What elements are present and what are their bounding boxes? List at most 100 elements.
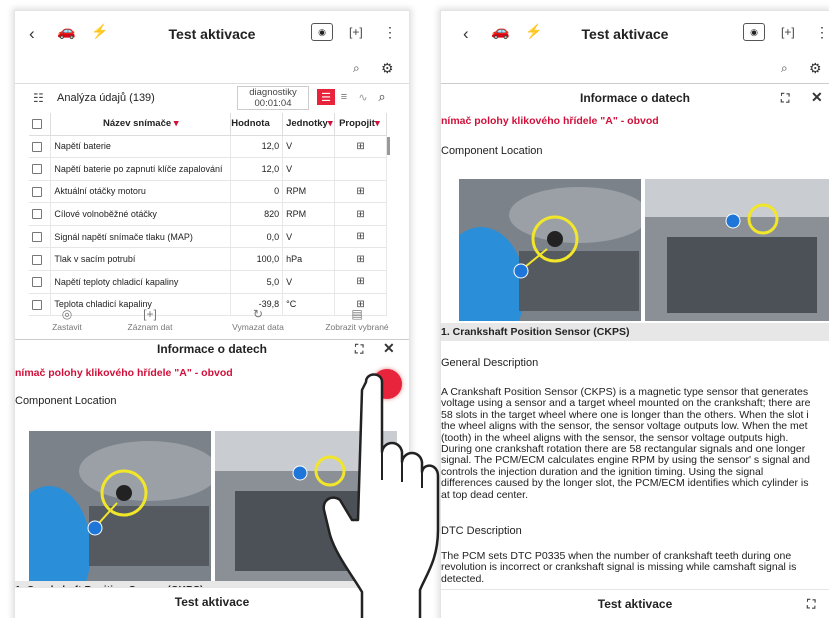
more-icon[interactable]: ⋮ xyxy=(383,25,397,39)
column-link[interactable]: Propojit▾ xyxy=(334,113,387,136)
table-scrollbar[interactable] xyxy=(387,137,390,155)
row-checkbox[interactable] xyxy=(29,202,52,226)
expand-icon[interactable]: ⛶ xyxy=(807,597,815,612)
sensor-value: 5,0 xyxy=(230,270,284,294)
component-location-label: Component Location xyxy=(15,395,117,407)
car-diagnostics-icon[interactable]: 🚗 xyxy=(57,24,76,39)
clear-data-button[interactable]: ↻ Vymazat data xyxy=(225,307,291,332)
footer-bar[interactable]: Test aktivace ⛶ xyxy=(441,589,829,617)
more-icon[interactable]: ⋮ xyxy=(815,25,829,39)
column-sensor-name[interactable]: Název snímače ▾ xyxy=(50,113,232,136)
row-checkbox[interactable] xyxy=(29,180,52,204)
secondary-toolbar: ⌕ ⚙ xyxy=(15,59,409,81)
vci-connection-icon[interactable]: ◉ xyxy=(311,23,333,41)
row-checkbox[interactable] xyxy=(29,247,52,272)
table-row[interactable]: Signál napětí snímače tlaku (MAP) 0,0 V ⊞ xyxy=(29,225,387,249)
sensor-unit: hPa xyxy=(282,247,336,272)
stop-label: Zastavit xyxy=(52,322,82,332)
sensor-unit: V xyxy=(282,225,336,249)
settings-gear-icon[interactable]: ⚙ xyxy=(381,61,394,75)
sensor-name: Napětí baterie xyxy=(50,135,232,159)
component-photo-1 xyxy=(459,179,641,321)
show-selected-button[interactable]: ▤ Zobrazit vybrané xyxy=(317,307,397,332)
component-photo-2 xyxy=(645,179,829,321)
record-label: Záznam dat xyxy=(127,322,173,332)
component-photo-1 xyxy=(29,431,211,581)
car-diagnostics-icon[interactable]: 🚗 xyxy=(491,24,510,39)
text-line: at top dead center. xyxy=(441,489,528,501)
link-sensor-icon[interactable]: ⊞ xyxy=(334,270,387,294)
row-checkbox[interactable] xyxy=(29,225,52,249)
expand-icon[interactable]: ⛶ xyxy=(355,342,363,357)
info-panel-header: Informace o datech ⛶ ✕ xyxy=(441,86,829,110)
screenshot-icon[interactable]: [+] xyxy=(349,25,363,39)
car-battery-icon[interactable]: ⚡ xyxy=(525,24,542,38)
edit-list-icon[interactable]: ☷ xyxy=(33,91,44,105)
link-sensor-icon[interactable]: ⊞ xyxy=(334,225,387,249)
back-icon[interactable]: ‹ xyxy=(463,25,469,42)
sensor-value: 12,0 xyxy=(230,135,284,159)
sensor-value: 0,0 xyxy=(230,225,284,249)
sensor-unit: RPM xyxy=(282,202,336,226)
text-view-icon[interactable]: ≡ xyxy=(335,89,353,105)
vci-connection-icon[interactable]: ◉ xyxy=(743,23,765,41)
close-icon[interactable]: ✕ xyxy=(383,341,395,355)
stop-button[interactable]: ◎ Zastavit xyxy=(47,307,87,332)
section-heading: 1. Crankshaft Position Sensor (CKPS) xyxy=(441,323,829,341)
link-sensor-icon[interactable]: ⊞ xyxy=(334,135,387,159)
hand-pointer-icon xyxy=(322,373,440,618)
list-view-icon[interactable]: ☰ xyxy=(317,89,335,105)
sensor-title: nímač polohy klikového hřídele "A" - obv… xyxy=(15,367,233,379)
table-row[interactable]: Tlak v sacím potrubí 100,0 hPa ⊞ xyxy=(29,247,387,272)
text-line: A Crankshaft Position Sensor (CKPS) is a… xyxy=(441,387,809,398)
sensor-unit: V xyxy=(282,157,336,181)
car-battery-icon[interactable]: ⚡ xyxy=(91,24,108,38)
general-description-text: A Crankshaft Position Sensor (CKPS) is a… xyxy=(441,387,813,501)
show-selected-icon: ▤ xyxy=(351,307,363,321)
text-line: The PCM sets DTC P0335 when the number o… xyxy=(441,551,792,562)
text-line: During one crankshaft rotation there are… xyxy=(441,444,806,456)
text-line: differences caused by the longer slot, t… xyxy=(441,478,809,490)
vehicle-search-icon[interactable]: ⌕ xyxy=(353,61,360,76)
footer-title: Test aktivace xyxy=(597,596,673,611)
analysis-bar: ☷ Analýza údajů (139) diagnostiky 00:01:… xyxy=(15,83,409,113)
dtc-description-heading: DTC Description xyxy=(441,525,522,537)
clear-icon: ↻ xyxy=(252,307,264,321)
text-line: signal. The PCM/ECM calculates engine RP… xyxy=(441,455,810,467)
column-units[interactable]: Jednotky▾ xyxy=(282,113,336,136)
link-sensor-icon[interactable]: ⊞ xyxy=(334,247,387,272)
sensor-table: Název snímače ▾ Hodnota Jednotky▾ Propoj… xyxy=(29,113,387,317)
action-bar: ◎ Zastavit [+] Záznam dat ↻ Vymazat data… xyxy=(15,307,409,337)
table-row[interactable]: Napětí baterie po zapnutí klíče zapalová… xyxy=(29,157,387,181)
graph-view-icon[interactable]: ∿ xyxy=(354,89,372,105)
table-row[interactable]: Aktuální otáčky motoru 0 RPM ⊞ xyxy=(29,180,387,204)
row-checkbox[interactable] xyxy=(29,270,52,294)
search-icon[interactable]: ⌕ xyxy=(373,89,391,105)
table-row[interactable]: Napětí baterie 12,0 V ⊞ xyxy=(29,135,387,159)
link-sensor-icon[interactable]: ⊞ xyxy=(334,202,387,226)
screenshot-icon[interactable]: [+] xyxy=(781,25,795,39)
back-icon[interactable]: ‹ xyxy=(29,25,35,42)
table-row[interactable]: Cílové volnoběžné otáčky 820 RPM ⊞ xyxy=(29,202,387,226)
table-header: Název snímače ▾ Hodnota Jednotky▾ Propoj… xyxy=(29,113,387,136)
close-icon[interactable]: ✕ xyxy=(811,90,823,104)
sensor-unit: V xyxy=(282,135,336,159)
collapse-icon[interactable]: ⛶ xyxy=(781,91,789,106)
select-all-checkbox[interactable] xyxy=(29,113,52,136)
settings-gear-icon[interactable]: ⚙ xyxy=(809,61,822,75)
sensor-name: Napětí teploty chladicí kapaliny xyxy=(50,270,232,294)
sensor-name: Tlak v sacím potrubí xyxy=(50,247,232,272)
row-checkbox[interactable] xyxy=(29,157,52,181)
component-location-label: Component Location xyxy=(441,145,543,157)
table-row[interactable]: Napětí teploty chladicí kapaliny 5,0 V ⊞ xyxy=(29,270,387,294)
record-data-button[interactable]: [+] Záznam dat xyxy=(120,307,180,332)
vehicle-search-icon[interactable]: ⌕ xyxy=(781,61,788,76)
secondary-toolbar: ⌕ ⚙ xyxy=(441,59,829,81)
row-checkbox[interactable] xyxy=(29,135,52,159)
column-value[interactable]: Hodnota xyxy=(230,113,284,136)
text-line: controls the injection duration and the … xyxy=(441,466,764,478)
info-title: Informace o datech xyxy=(579,91,691,105)
diag-label: diagnostiky xyxy=(249,87,297,98)
analysis-label: Analýza údajů (139) xyxy=(57,92,155,104)
link-sensor-icon[interactable]: ⊞ xyxy=(334,180,387,204)
